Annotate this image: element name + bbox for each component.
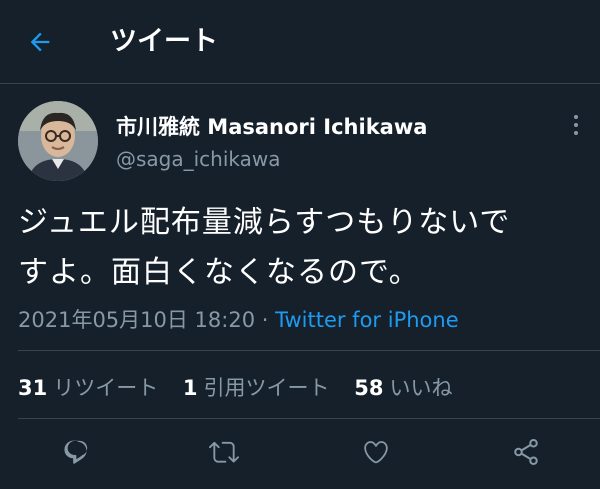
top-bar: ツイート [0,0,600,84]
tweet-text: ジュエル配布量減らすつもりないで すよ。面白くなくなるので。 [18,198,583,298]
more-options-button[interactable] [564,113,588,137]
divider [18,350,600,351]
action-bar [0,430,600,474]
retweets-count: 31 [18,376,48,400]
tweet-stats: 31 リツイート 1 引用ツイート 58 いいね [18,372,470,402]
page-title: ツイート [110,26,218,57]
back-arrow-icon [30,32,50,52]
back-button[interactable] [22,24,58,60]
tweet-source-link[interactable]: Twitter for iPhone [275,308,459,332]
share-button[interactable] [508,434,544,470]
divider [18,418,600,419]
tweet-timestamp[interactable]: 2021年05月10日 18:20 [18,308,255,332]
share-icon [514,439,538,465]
tweet-author: 市川雅統 Masanori Ichikawa @saga_ichikawa [18,101,588,181]
display-name[interactable]: 市川雅統 Masanori Ichikawa [116,111,427,141]
quotes-label: 引用ツイート [203,376,330,400]
avatar-image [18,101,98,181]
more-dot-icon [574,123,578,127]
reply-button[interactable] [58,434,94,470]
more-dot-icon [574,115,578,119]
avatar[interactable] [18,101,98,181]
retweets-stat[interactable]: 31 リツイート [18,376,158,400]
like-icon [364,441,388,464]
retweets-label: リツイート [53,376,159,400]
quotes-count: 1 [182,376,198,400]
user-handle[interactable]: @saga_ichikawa [116,147,281,171]
retweet-icon [209,441,239,463]
likes-label: いいね [389,376,453,400]
likes-stat[interactable]: 58 いいね [354,376,452,400]
retweet-button[interactable] [206,434,242,470]
meta-separator: · [255,308,276,332]
more-dot-icon [574,131,578,135]
tweet-text-line: ジュエル配布量減らすつもりないで [18,205,511,240]
tweet-meta: 2021年05月10日 18:20 · Twitter for iPhone [18,304,459,334]
tweet-text-line: すよ。面白くなくなるので。 [18,255,420,290]
likes-count: 58 [354,376,384,400]
reply-icon [64,440,88,464]
like-button[interactable] [358,434,394,470]
quotes-stat[interactable]: 1 引用ツイート [183,376,330,400]
